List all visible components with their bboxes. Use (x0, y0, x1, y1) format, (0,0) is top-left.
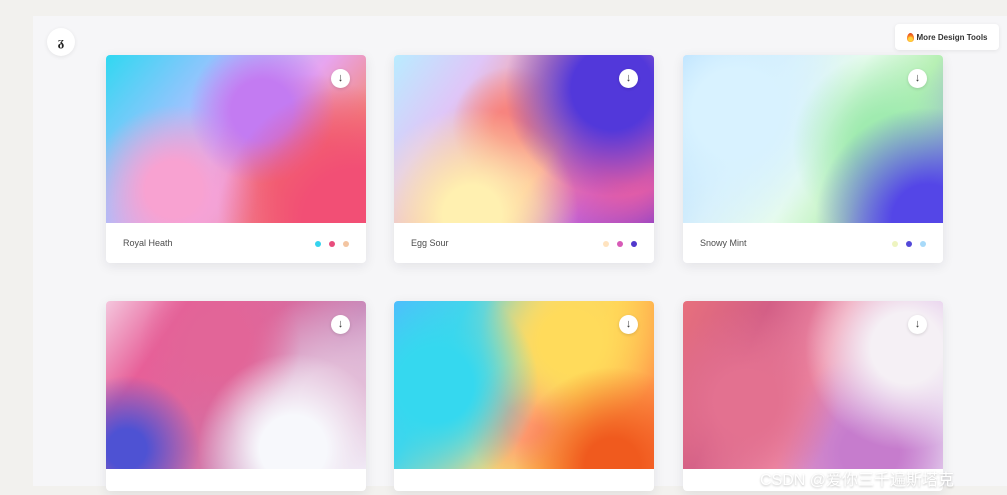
more-design-tools-label: More Design Tools (916, 32, 988, 42)
download-icon: ↓ (625, 318, 632, 330)
download-icon: ↓ (337, 318, 344, 330)
logo-button[interactable]: ᵹ (47, 28, 75, 56)
color-swatch (631, 241, 637, 247)
gradient-card[interactable]: ↓ (394, 301, 654, 491)
download-button[interactable]: ↓ (908, 69, 927, 88)
gradient-card-snowy-mint[interactable]: ↓ Snowy Mint (683, 55, 943, 263)
gradient-preview[interactable] (683, 301, 943, 469)
gradient-preview[interactable] (106, 301, 366, 469)
gradient-card-egg-sour[interactable]: ↓ Egg Sour (394, 55, 654, 263)
gradient-preview[interactable] (394, 301, 654, 469)
color-swatch (906, 241, 912, 247)
download-button[interactable]: ↓ (331, 69, 350, 88)
color-swatches (315, 241, 349, 247)
gradient-name: Snowy Mint (700, 238, 747, 248)
gradient-card[interactable]: ↓ (683, 301, 943, 491)
gradient-name: Egg Sour (411, 238, 449, 248)
download-button[interactable]: ↓ (908, 315, 927, 334)
color-swatches (603, 241, 637, 247)
download-button[interactable]: ↓ (619, 69, 638, 88)
gradient-preview[interactable] (683, 55, 943, 223)
download-icon: ↓ (914, 72, 921, 84)
color-swatch (329, 241, 335, 247)
gradient-name: Royal Heath (123, 238, 173, 248)
color-swatch (892, 241, 898, 247)
color-swatch (343, 241, 349, 247)
gradient-logo-icon: ᵹ (57, 35, 65, 50)
download-icon: ↓ (914, 318, 921, 330)
gradient-card-royal-heath[interactable]: ↓ Royal Heath (106, 55, 366, 263)
fire-icon (906, 32, 914, 42)
gradient-preview[interactable] (106, 55, 366, 223)
color-swatch (617, 241, 623, 247)
color-swatch (920, 241, 926, 247)
download-icon: ↓ (337, 72, 344, 84)
download-button[interactable]: ↓ (331, 315, 350, 334)
watermark-text: CSDN @爱你三千遍斯塔克 (760, 472, 955, 489)
color-swatches (892, 241, 926, 247)
gradient-preview[interactable] (394, 55, 654, 223)
more-design-tools-button[interactable]: More Design Tools (895, 24, 999, 50)
download-icon: ↓ (625, 72, 632, 84)
color-swatch (603, 241, 609, 247)
color-swatch (315, 241, 321, 247)
download-button[interactable]: ↓ (619, 315, 638, 334)
gradient-card[interactable]: ↓ (106, 301, 366, 491)
